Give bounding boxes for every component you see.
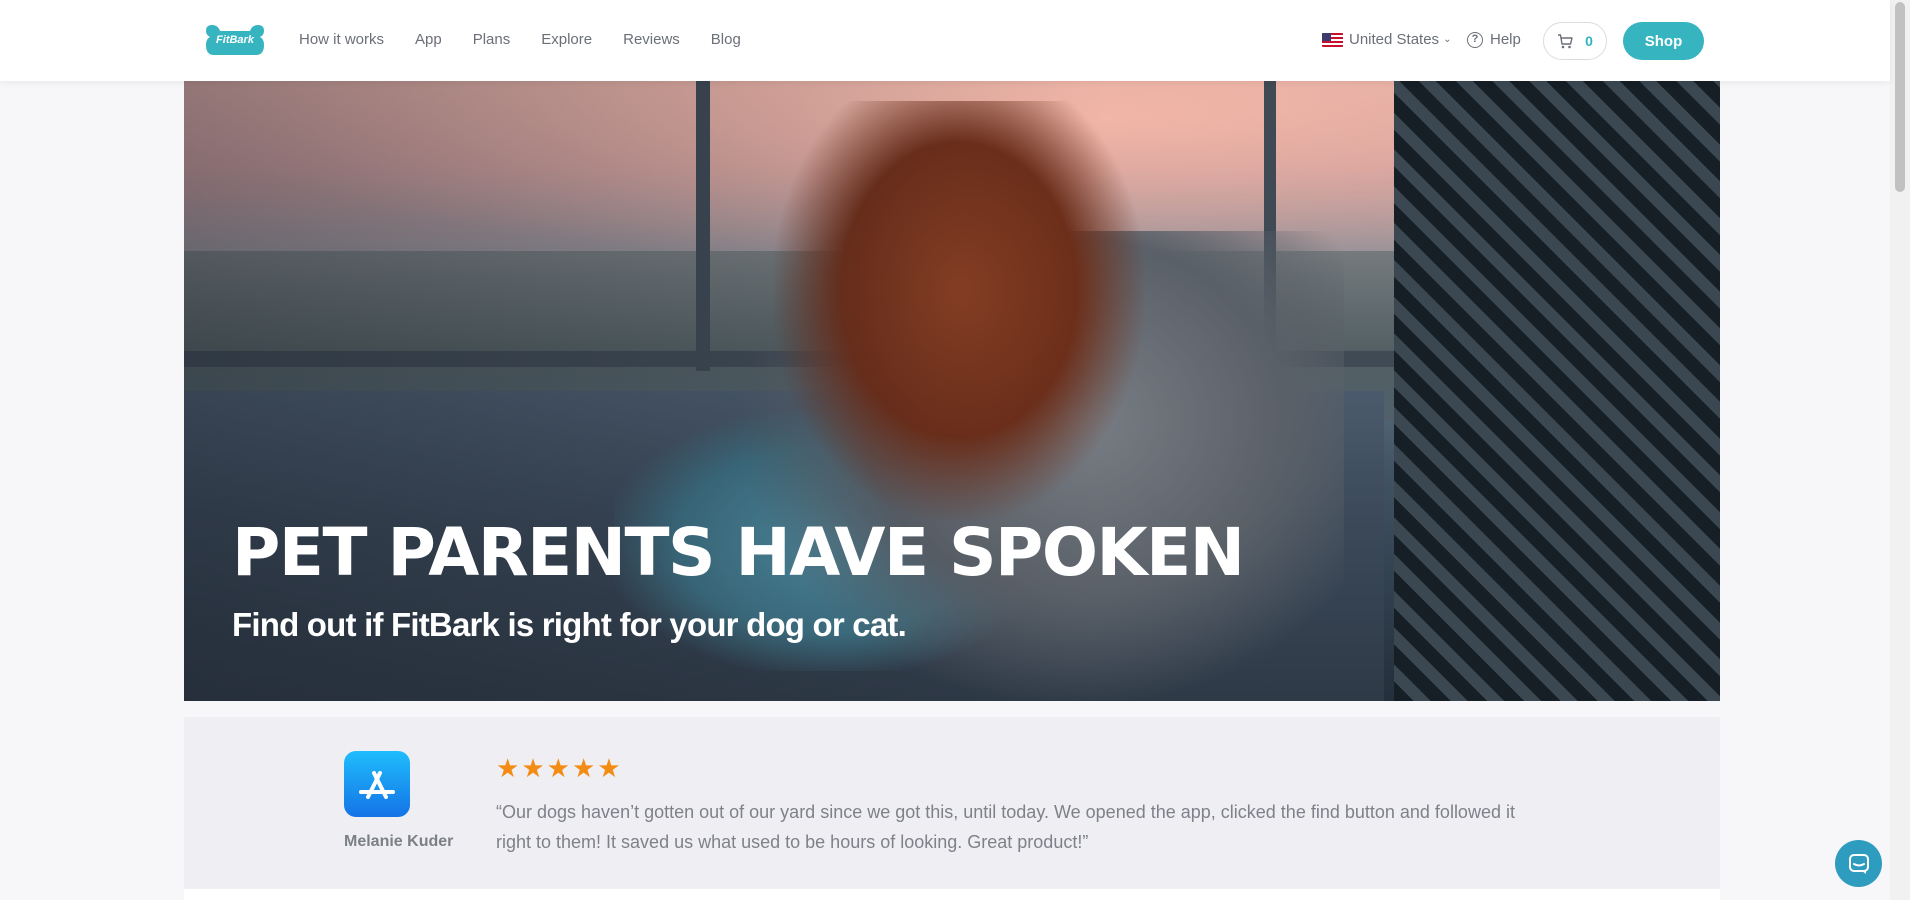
chat-icon	[1848, 853, 1869, 874]
nav-reviews[interactable]: Reviews	[623, 28, 680, 52]
site-header: FitBark How it works App Plans Explore R…	[0, 0, 1890, 81]
scrollbar-thumb[interactable]	[1895, 2, 1905, 192]
star-icon: ★	[521, 753, 545, 783]
star-icon: ★	[496, 753, 520, 783]
nav-app[interactable]: App	[415, 28, 442, 52]
review-quote: “Our dogs haven’t gotten out of our yard…	[496, 802, 1515, 852]
star-icon: ★	[597, 753, 621, 783]
country-label: United States	[1349, 31, 1440, 48]
main-nav: How it works App Plans Explore Reviews B…	[299, 28, 772, 52]
review-card: Melanie Kuder ★ ★ ★ ★ ★ “Our dogs haven’…	[184, 717, 1720, 889]
nav-how-it-works[interactable]: How it works	[299, 28, 384, 52]
nav-explore[interactable]: Explore	[541, 28, 592, 52]
next-section-edge	[184, 889, 1720, 900]
cart-icon	[1558, 33, 1573, 48]
app-store-icon	[344, 751, 410, 817]
chat-launcher[interactable]	[1835, 840, 1882, 887]
help-icon: ?	[1467, 31, 1483, 48]
nav-blog[interactable]: Blog	[711, 28, 741, 52]
hero-subtitle: Find out if FitBark is right for your do…	[232, 606, 907, 643]
us-flag-icon	[1322, 32, 1343, 47]
help-label: Help	[1490, 31, 1521, 48]
star-icon: ★	[571, 753, 596, 783]
fitbark-logo[interactable]: FitBark	[202, 21, 268, 59]
hero-banner: PET PARENTS HAVE SPOKEN Find out if FitB…	[184, 81, 1720, 701]
star-icon: ★	[546, 753, 570, 783]
logo-text: FitBark	[216, 34, 255, 46]
reviewer-name: Melanie Kuder	[344, 833, 454, 850]
nav-plans[interactable]: Plans	[473, 28, 511, 52]
cart-button[interactable]: 0	[1543, 22, 1607, 60]
hero-title: PET PARENTS HAVE SPOKEN	[232, 514, 1245, 591]
cart-count: 0	[1585, 33, 1593, 49]
country-selector[interactable]: United States ⌄	[1322, 31, 1451, 48]
chevron-down-icon: ⌄	[1443, 34, 1452, 45]
star-rating: ★ ★ ★ ★ ★	[496, 755, 621, 781]
shop-button[interactable]: Shop	[1623, 22, 1704, 60]
help-link[interactable]: ? Help	[1467, 31, 1521, 48]
